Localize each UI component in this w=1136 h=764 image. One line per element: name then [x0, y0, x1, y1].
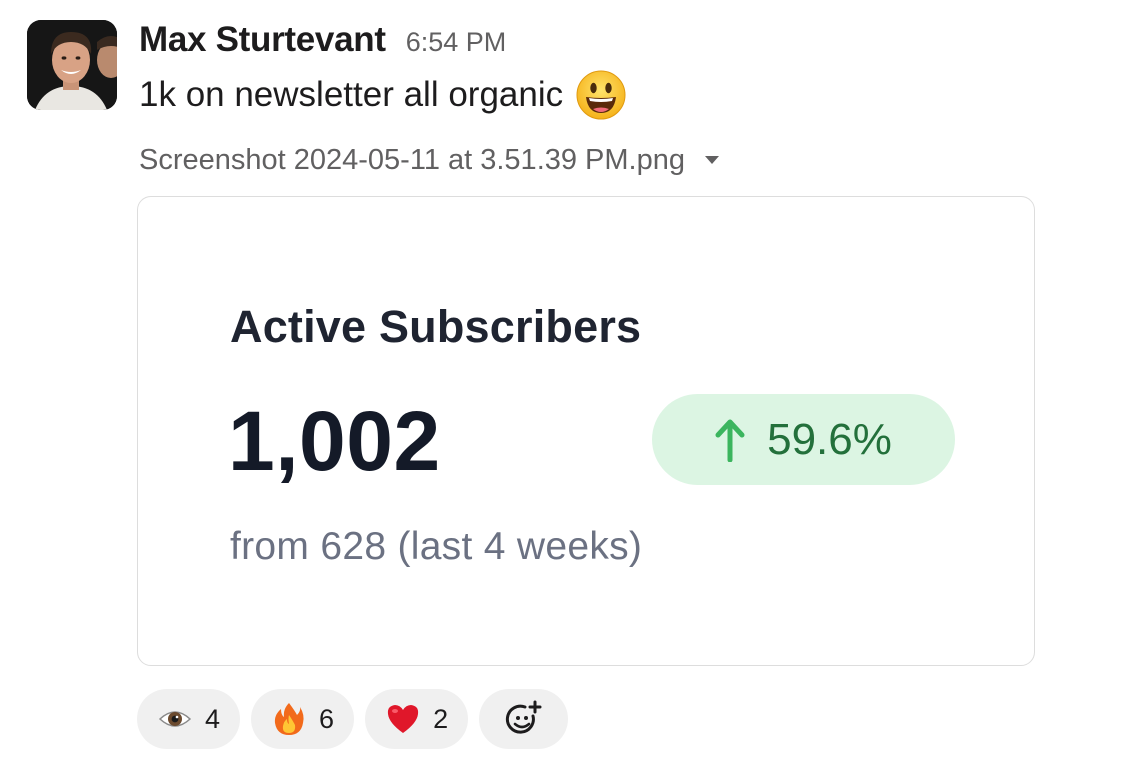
avatar-photo [27, 20, 117, 110]
change-percent: 59.6% [767, 414, 892, 464]
attachment-image[interactable]: Active Subscribers 1,002 59.6% from 628 … [137, 196, 1035, 666]
add-emoji-icon [505, 700, 542, 734]
reaction-count: 6 [319, 703, 335, 734]
arrow-up-icon [715, 419, 745, 462]
attachment-filename[interactable]: Screenshot 2024-05-11 at 3.51.39 PM.png [139, 138, 720, 182]
reaction-fire[interactable]: 6 [251, 689, 355, 749]
sender-name[interactable]: Max Sturtevant [139, 20, 386, 60]
attachment-filename-text: Screenshot 2024-05-11 at 3.51.39 PM.png [139, 143, 686, 176]
message-body: 1k on newsletter all organic [139, 70, 627, 120]
reaction-count: 4 [205, 703, 221, 734]
smiley-icon [576, 70, 626, 120]
eyes-icon [158, 711, 192, 727]
avatar[interactable] [27, 20, 117, 110]
subscriber-count: 1,002 [228, 394, 441, 488]
reaction-heart[interactable]: 2 [365, 689, 469, 749]
message-text: 1k on newsletter all organic [139, 75, 564, 114]
message-timestamp[interactable]: 6:54 PM [406, 27, 507, 58]
fire-icon [274, 703, 304, 735]
chevron-down-icon[interactable] [705, 156, 720, 164]
reaction-count: 2 [433, 703, 449, 734]
message-header: Max Sturtevant 6:54 PM [139, 20, 506, 62]
reactions-bar: 4 6 2 [137, 689, 569, 749]
change-badge: 59.6% [652, 394, 955, 485]
add-reaction-button[interactable] [479, 689, 569, 749]
card-title: Active Subscribers [230, 301, 642, 352]
reaction-eyes[interactable]: 4 [137, 689, 241, 749]
heart-icon [387, 705, 419, 733]
card-subtitle: from 628 (last 4 weeks) [230, 525, 643, 568]
